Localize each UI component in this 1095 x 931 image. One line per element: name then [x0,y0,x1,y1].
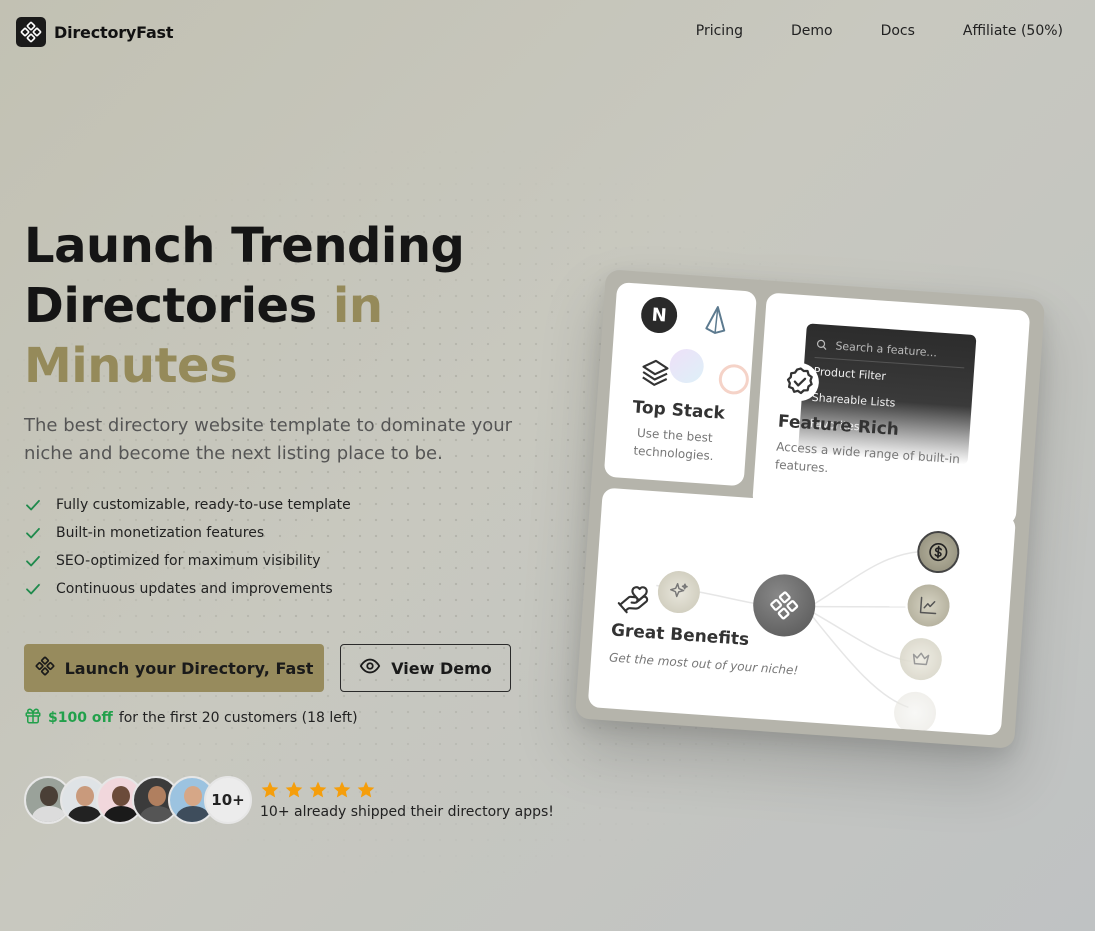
view-demo-button[interactable]: View Demo [340,644,511,692]
social-text: 10+ already shipped their directory apps… [260,780,554,820]
feature-item: SEO-optimized for maximum visibility [24,547,351,575]
brand-link[interactable]: DirectoryFast [16,17,174,47]
avatar-count-badge: 10+ [204,776,252,824]
gift-icon [24,707,42,729]
directory-logo-icon [35,656,55,680]
headline-accent-in: in [332,278,383,334]
feature-item: Continuous updates and improvements [24,575,351,603]
view-demo-label: View Demo [391,658,492,678]
headline-accent-minutes: Minutes [24,338,238,394]
discount-offer: $100 off for the first 20 customers (18 … [24,707,358,729]
stack-icon [636,354,674,392]
avatar-group: 10+ [24,776,252,824]
offer-text: for the first 20 customers (18 left) [118,710,358,726]
check-icon [24,552,42,570]
star-icon [309,781,327,798]
social-caption: 10+ already shipped their directory apps… [260,804,554,820]
feature-rich-card: Search a feature... Product Filter Share… [752,292,1031,526]
nav-link-docs[interactable]: Docs [881,23,915,39]
feature-showcase: N Top Stack Use the best technologies. S… [574,269,1046,749]
feature-item: Fully customizable, ready-to-use templat… [24,491,351,519]
hero-headline: Launch Trending Directories in Minutes [24,216,465,396]
offer-highlight: $100 off [48,710,113,726]
launch-directory-label: Launch your Directory, Fast [64,658,314,678]
star-icon [261,781,279,798]
nav-link-demo[interactable]: Demo [791,23,833,39]
top-stack-desc: Use the best technologies. [632,425,715,464]
feature-text: Continuous updates and improvements [56,581,333,597]
check-icon [24,580,42,598]
star-icon [357,781,375,798]
eye-icon [359,655,381,681]
search-icon [815,335,828,355]
check-icon [24,524,42,542]
nextjs-logo-letter: N [650,304,668,327]
great-benefits-card: Great Benefits Get the most out of your … [587,487,1016,736]
nav-link-pricing[interactable]: Pricing [696,23,743,39]
feature-text: SEO-optimized for maximum visibility [56,553,321,569]
nav-links: Pricing Demo Docs Affiliate (50%) [696,23,1063,39]
star-icon [285,781,303,798]
headline-line-1: Launch Trending [24,218,465,274]
top-stack-card: N Top Stack Use the best technologies. [603,282,758,487]
top-nav: DirectoryFast Pricing Demo Docs Affiliat… [0,0,1095,64]
top-stack-title: Top Stack [631,397,726,424]
brand-logo-icon [16,17,46,47]
brand-ring-icon [717,363,750,396]
feature-search-input[interactable]: Search a feature... [835,339,937,359]
feature-text: Fully customizable, ready-to-use templat… [56,497,351,513]
brand-name: DirectoryFast [54,22,174,42]
prisma-logo-icon [700,302,732,338]
feature-text: Built-in monetization features [56,525,265,541]
hero-subtitle: The best directory website template to d… [24,415,513,464]
badge-check-icon [779,361,821,403]
tailwind-logo-icon [668,347,705,385]
headline-line-2: Directories [24,278,317,334]
check-icon [24,496,42,514]
social-proof: 10+ 10+ already shipped their directory … [24,776,554,824]
launch-directory-button[interactable]: Launch your Directory, Fast [24,644,324,692]
nextjs-logo-icon: N [639,295,679,335]
star-icon [333,781,351,798]
nav-link-affiliate[interactable]: Affiliate (50%) [963,23,1063,39]
hand-heart-icon [612,579,655,622]
star-rating [260,780,554,800]
feature-item: Built-in monetization features [24,519,351,547]
feature-list: Fully customizable, ready-to-use templat… [24,491,351,603]
